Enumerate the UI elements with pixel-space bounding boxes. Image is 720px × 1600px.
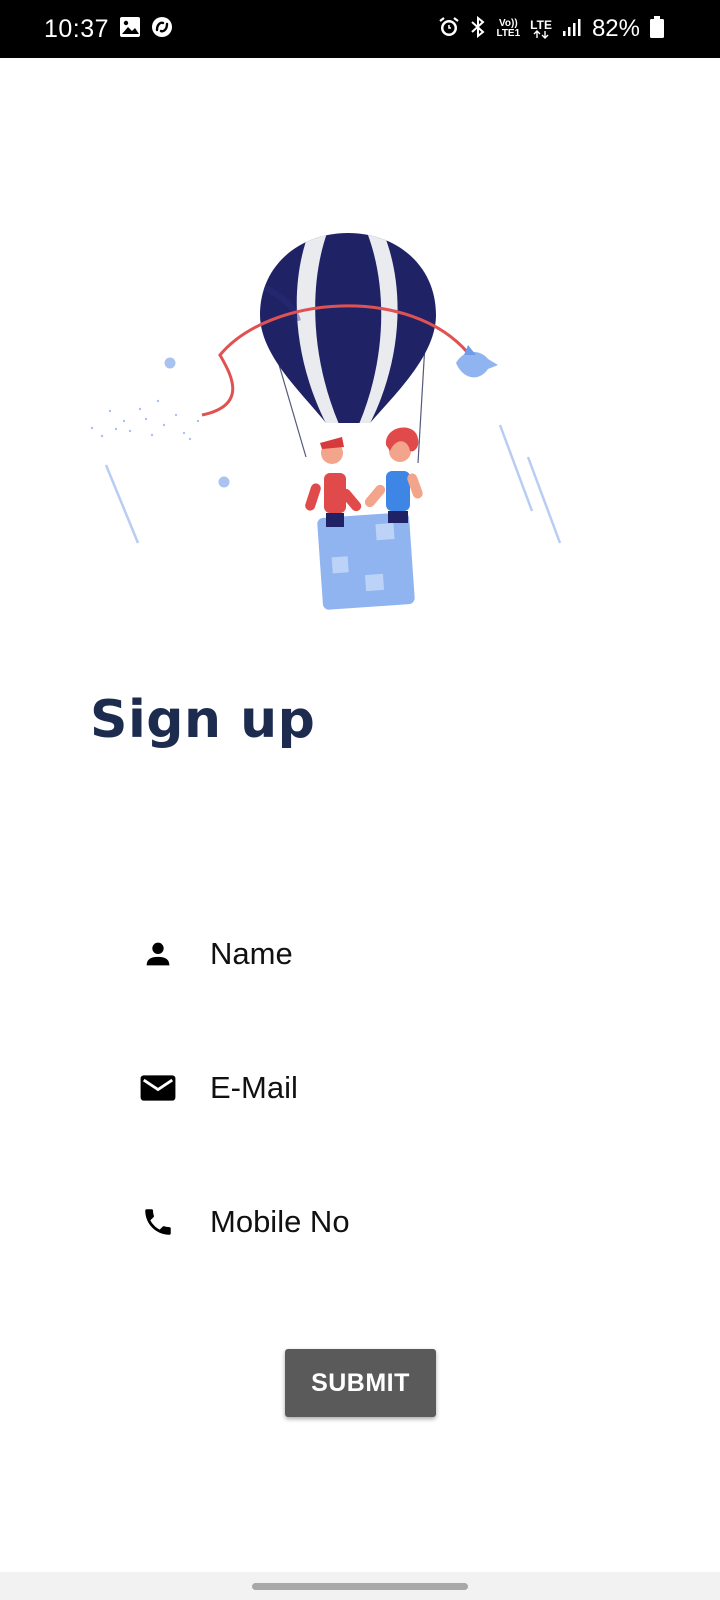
lte-icon: LTE <box>530 17 552 39</box>
alarm-icon <box>438 16 460 43</box>
email-field-row <box>138 1058 558 1118</box>
page-title: Sign up <box>90 690 316 750</box>
battery-percentage: 82% <box>591 15 640 42</box>
mobile-input[interactable] <box>210 1204 540 1240</box>
sync-icon <box>151 16 173 43</box>
name-input[interactable] <box>210 936 540 972</box>
status-left: 10:37 <box>44 0 173 58</box>
bluetooth-icon <box>470 15 486 43</box>
volte-icon: Vo)) LTE1 <box>496 19 520 39</box>
phone-icon <box>138 1202 178 1242</box>
status-right: Vo)) LTE1 LTE 82% <box>438 0 664 58</box>
status-bar: 10:37 Vo)) LTE1 LTE 82% <box>0 0 720 58</box>
home-gesture-handle[interactable] <box>252 1583 468 1590</box>
name-field-row <box>138 924 558 984</box>
mail-icon <box>138 1068 178 1108</box>
lte-text: LTE <box>530 17 552 32</box>
signal-icon <box>562 17 582 42</box>
person-icon <box>138 934 178 974</box>
battery-icon <box>650 15 664 43</box>
mobile-field-row <box>138 1192 558 1252</box>
email-input[interactable] <box>210 1070 540 1106</box>
hot-air-balloon-illustration <box>80 225 600 635</box>
gallery-icon <box>119 16 141 43</box>
volte-bottom-text: LTE1 <box>496 28 521 39</box>
submit-button[interactable]: SUBMIT <box>285 1349 436 1417</box>
status-time: 10:37 <box>44 14 110 43</box>
